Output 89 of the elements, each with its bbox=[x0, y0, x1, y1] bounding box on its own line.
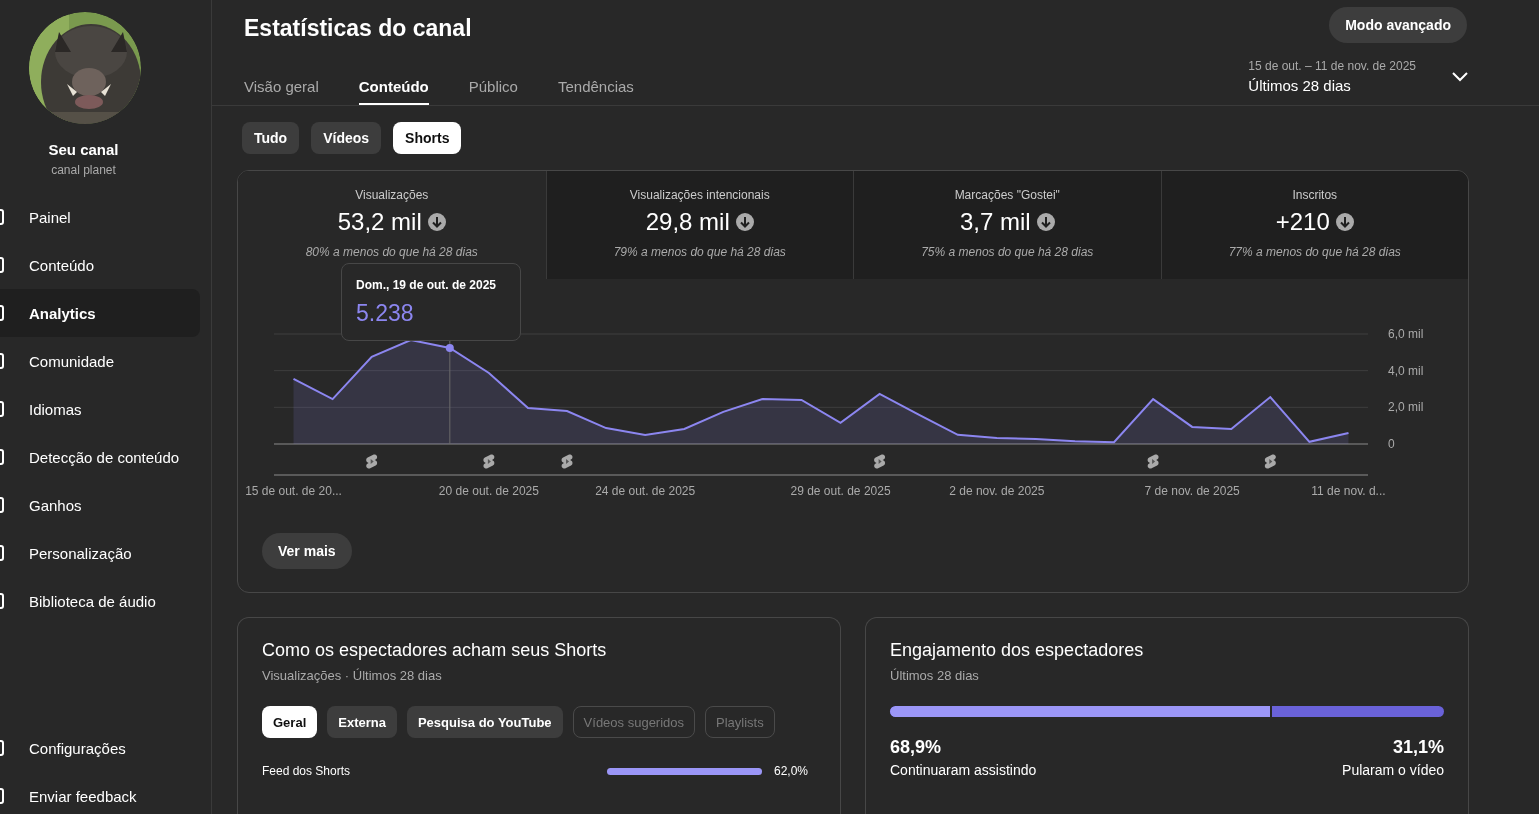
marker-icon[interactable] bbox=[366, 454, 378, 469]
source-chip[interactable]: Externa bbox=[327, 706, 397, 738]
metric-value: 29,8 mil bbox=[645, 208, 730, 236]
marker-icon[interactable] bbox=[1147, 454, 1159, 469]
marker-icon[interactable] bbox=[561, 454, 573, 469]
metric-change: 80% a menos do que há 28 dias bbox=[305, 245, 478, 259]
card-subtitle: Visualizações · Últimos 28 dias bbox=[262, 668, 443, 683]
filter-chip[interactable]: Shorts bbox=[393, 122, 462, 154]
x-axis-label: 24 de out. de 2025 bbox=[595, 484, 696, 498]
see-more-button[interactable]: Ver mais bbox=[262, 533, 352, 569]
x-axis-label: 15 de out. de 20... bbox=[245, 484, 342, 498]
tooltip-date: Dom., 19 de out. de 2025 bbox=[356, 278, 498, 292]
nav-item[interactable]: Conteúdo bbox=[0, 241, 200, 289]
metric-label: Marcações "Gostei" bbox=[954, 188, 1060, 202]
page-title: Estatísticas do canal bbox=[244, 15, 473, 42]
nav-icon bbox=[0, 787, 6, 805]
channel-name: Seu canal bbox=[47, 141, 120, 158]
nav-item[interactable]: Ganhos bbox=[0, 481, 200, 529]
nav-item[interactable]: Analytics bbox=[0, 289, 200, 337]
metric-tile[interactable]: Marcações "Gostei" 3,7 mil 75% a menos do que há 28 dias bbox=[853, 171, 1161, 279]
x-axis-label: 11 de nov. d... bbox=[1311, 484, 1386, 498]
metric-label: Visualizações intencionais bbox=[629, 188, 770, 202]
nav-icon bbox=[0, 208, 6, 226]
arrow-down-icon bbox=[427, 213, 446, 231]
nav-icon bbox=[0, 544, 6, 562]
tab[interactable]: Tendências bbox=[557, 78, 634, 105]
tab[interactable]: Visão geral bbox=[244, 78, 319, 105]
card-title: Como os espectadores acham seus Shorts bbox=[262, 640, 608, 661]
metric-label: Visualizações bbox=[355, 188, 429, 202]
y-axis-label: 0 bbox=[1388, 437, 1395, 451]
marker-icon[interactable] bbox=[874, 454, 886, 469]
metric-tile[interactable]: Visualizações intencionais 29,8 mil 79% a menos do que há 28 dias bbox=[545, 171, 853, 279]
engagement-label: Pularam o vídeo bbox=[1342, 762, 1444, 778]
nav-icon bbox=[0, 304, 6, 322]
chevron-down-icon bbox=[1452, 71, 1468, 82]
metric-value: 53,2 mil bbox=[337, 208, 422, 236]
date-range-picker[interactable]: 15 de out. – 11 de nov. de 2025 Últimos 28 dias bbox=[1248, 59, 1468, 94]
nav-item[interactable]: Enviar feedback bbox=[0, 772, 200, 814]
filter-chip[interactable]: Tudo bbox=[242, 122, 300, 154]
nav-item[interactable]: Detecção de conteúdo bbox=[0, 433, 200, 481]
metric-change: 77% a menos do que há 28 dias bbox=[1228, 245, 1401, 259]
nav-item[interactable]: Personalização bbox=[0, 529, 200, 577]
card-subtitle: Últimos 28 dias bbox=[890, 668, 980, 683]
engagement-percent: 31,1% bbox=[1392, 737, 1444, 758]
source-chip[interactable]: Geral bbox=[262, 706, 318, 738]
nav-item[interactable]: Painel bbox=[0, 193, 200, 241]
nav-icon bbox=[0, 592, 6, 610]
y-axis-label: 4,0 mil bbox=[1388, 363, 1424, 378]
hover-point bbox=[445, 343, 454, 352]
arrow-down-icon bbox=[735, 213, 754, 231]
nav-item[interactable]: Biblioteca de áudio bbox=[0, 577, 200, 625]
y-axis-label: 2,0 mil bbox=[1388, 400, 1424, 415]
metric-change: 79% a menos do que há 28 dias bbox=[613, 245, 786, 259]
nav-icon bbox=[0, 739, 6, 757]
channel-handle: canal planet bbox=[50, 163, 117, 177]
engagement-percent: 68,9% bbox=[890, 737, 943, 758]
y-axis-label: 6,0 mil bbox=[1388, 327, 1424, 341]
filter-chip[interactable]: Vídeos bbox=[311, 122, 382, 154]
card-title: Engajamento dos espectadores bbox=[890, 640, 1145, 661]
nav-item[interactable]: Configurações bbox=[0, 724, 200, 772]
source-percent: 62,0% bbox=[774, 764, 809, 778]
nav-icon bbox=[0, 256, 6, 274]
source-chip[interactable]: Pesquisa do YouTube bbox=[406, 706, 563, 738]
metric-label: Inscritos bbox=[1292, 188, 1338, 202]
engagement-label: Continuaram assistindo bbox=[890, 762, 1037, 778]
x-axis-label: 20 de out. de 2025 bbox=[438, 484, 539, 498]
nav-icon bbox=[0, 448, 6, 466]
advanced-mode-button[interactable]: Modo avançado bbox=[1329, 7, 1467, 43]
metric-change: 75% a menos do que há 28 dias bbox=[921, 245, 1094, 259]
marker-icon[interactable] bbox=[1264, 454, 1276, 469]
metric-value: +210 bbox=[1275, 208, 1330, 236]
x-axis-label: 2 de nov. de 2025 bbox=[949, 484, 1045, 498]
arrow-down-icon bbox=[1036, 213, 1055, 231]
x-axis-label: 7 de nov. de 2025 bbox=[1144, 484, 1240, 498]
metric-tile[interactable]: Inscritos +210 77% a menos do que há 28 dias bbox=[1160, 171, 1468, 279]
source-label: Feed dos Shorts bbox=[262, 764, 352, 778]
x-axis-label: 29 de out. de 2025 bbox=[790, 484, 891, 498]
tab[interactable]: Público bbox=[468, 78, 518, 105]
marker-icon[interactable] bbox=[483, 454, 495, 469]
arrow-down-icon bbox=[1335, 213, 1354, 231]
tab[interactable]: Conteúdo bbox=[358, 78, 429, 105]
metric-tile[interactable]: Visualizações 53,2 mil 80% a menos do que há 28 dias bbox=[238, 171, 546, 279]
metric-value: 3,7 mil bbox=[959, 208, 1031, 236]
nav-icon bbox=[0, 352, 6, 370]
nav-item[interactable]: Idiomas bbox=[0, 385, 200, 433]
nav-item[interactable]: Comunidade bbox=[0, 337, 200, 385]
nav-icon bbox=[0, 400, 6, 418]
nav-icon bbox=[0, 496, 6, 514]
tooltip-value: 5.238 bbox=[356, 300, 415, 327]
